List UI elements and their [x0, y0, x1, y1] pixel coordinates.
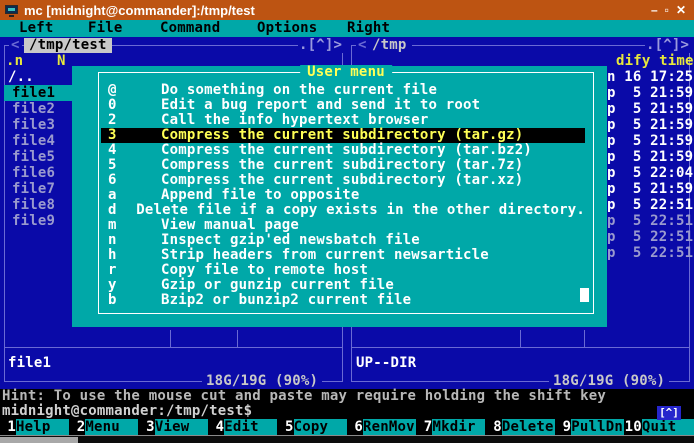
user-menu-item[interactable]: 5Compress the current subdirectory (tar.… [101, 158, 585, 173]
panel-history-arrow[interactable]: < [9, 38, 22, 53]
panel-separator-line [352, 347, 689, 348]
window-bottom-strip [0, 435, 694, 443]
name-column-header[interactable]: N [57, 54, 66, 69]
column-separator [170, 330, 171, 347]
panel-size-info: 18G/19G (90%) [549, 374, 669, 389]
user-menu-item[interactable]: 0Edit a bug report and send it to root [101, 98, 585, 113]
function-key-bar: 1Help 2Menu 3View 4Edit 5Copy 6RenMov 7M… [0, 419, 694, 435]
maximize-button[interactable]: ▫ [665, 3, 669, 17]
file-time-cell[interactable]: p 5 22:51 [607, 245, 693, 261]
column-separator [520, 330, 521, 347]
user-menu-item[interactable]: bBzip2 or bunzip2 current file [101, 293, 585, 308]
fn-key-view[interactable]: 3View [139, 419, 208, 435]
user-menu-item[interactable]: yGzip or gunzip current file [101, 278, 585, 293]
fn-key-mkdir[interactable]: 7Mkdir [416, 419, 485, 435]
user-menu-item[interactable]: mView manual page [101, 218, 585, 233]
file-time-cell[interactable]: p 5 21:59 [607, 117, 693, 133]
mini-status: file1 [8, 355, 51, 371]
file-time-cell[interactable]: p 5 22:51 [607, 213, 693, 229]
user-menu-item[interactable]: @Do something on the current file [101, 83, 585, 98]
fn-key-renmov[interactable]: 6RenMov [347, 419, 416, 435]
fn-key-quit[interactable]: 10Quit [625, 419, 694, 435]
user-menu-dialog: User menu @Do something on the current f… [72, 66, 607, 327]
left-panel-path[interactable]: /tmp/test [24, 38, 112, 53]
menu-command[interactable]: Command [160, 20, 220, 37]
fn-key-copy[interactable]: 5Copy [278, 419, 347, 435]
column-separator [237, 330, 238, 347]
user-menu-item[interactable]: dDelete file if a copy exists in the oth… [101, 203, 585, 218]
menu-right[interactable]: Right [347, 20, 390, 37]
close-button[interactable]: ✕ [676, 3, 686, 17]
fn-key-help[interactable]: 1Help [0, 419, 69, 435]
user-menu-item-selected[interactable]: 3Compress the current subdirectory (tar.… [101, 128, 585, 143]
minimize-button[interactable]: – [651, 3, 658, 17]
scroll-up-marker[interactable]: [^] [657, 406, 681, 420]
user-menu-item[interactable]: nInspect gzip'ed newsbatch file [101, 233, 585, 248]
modify-time-column-header[interactable]: dify time [616, 54, 694, 69]
scrollbar-thumb[interactable] [0, 437, 78, 443]
column-separator [584, 330, 585, 347]
fn-key-menu[interactable]: 2Menu [69, 419, 138, 435]
file-time-cell[interactable]: p 5 22:51 [607, 229, 693, 245]
panel-separator-line [5, 347, 342, 348]
fn-key-edit[interactable]: 4Edit [208, 419, 277, 435]
window-title: mc [midnight@commander]:/tmp/test [24, 3, 255, 18]
app-monitor-icon [5, 5, 18, 16]
user-menu-item[interactable]: rCopy file to remote host [101, 263, 585, 278]
sort-order-header[interactable]: .n [6, 54, 23, 69]
file-time-cell[interactable]: p 5 21:59 [607, 149, 693, 165]
user-menu-item[interactable]: 4Compress the current subdirectory (tar.… [101, 143, 585, 158]
file-time-cell[interactable]: p 5 21:59 [607, 181, 693, 197]
file-time-cell[interactable]: n 16 17:25 [607, 69, 693, 85]
fn-key-delete[interactable]: 8Delete [486, 419, 555, 435]
right-panel-path[interactable]: /tmp [367, 38, 412, 53]
panel-size-info: 18G/19G (90%) [202, 374, 322, 389]
panel-scroll-marker[interactable]: .[^]> [645, 38, 690, 53]
file-time-cell[interactable]: p 5 22:04 [607, 165, 693, 181]
user-menu-item[interactable]: 6Compress the current subdirectory (tar.… [101, 173, 585, 188]
window-titlebar: mc [midnight@commander]:/tmp/test – ▫ ✕ [0, 0, 694, 20]
terminal-cursor [580, 288, 589, 302]
user-menu-item[interactable]: 2Call the info hypertext browser [101, 113, 585, 128]
menu-options[interactable]: Options [257, 20, 317, 37]
menu-left[interactable]: Left [19, 20, 54, 37]
user-menu-item[interactable]: aAppend file to opposite [101, 188, 585, 203]
user-menu-item[interactable]: hStrip headers from current newsarticle [101, 248, 585, 263]
hint-line: Hint: To use the mouse cut and paste may… [2, 389, 606, 404]
menubar: Left File Command Options Right [0, 20, 694, 37]
shell-prompt[interactable]: midnight@commander:/tmp/test$ [2, 404, 252, 419]
dialog-title: User menu [300, 65, 392, 80]
panel-scroll-marker[interactable]: .[^]> [298, 38, 343, 53]
menu-file[interactable]: File [88, 20, 123, 37]
file-time-cell[interactable]: p 5 21:59 [607, 133, 693, 149]
file-time-cell[interactable]: p 5 21:59 [607, 85, 693, 101]
fn-key-pulldn[interactable]: 9PullDn [555, 419, 624, 435]
mini-status: UP--DIR [356, 355, 416, 371]
file-time-cell[interactable]: p 5 22:51 [607, 197, 693, 213]
file-time-cell[interactable]: p 5 21:59 [607, 101, 693, 117]
